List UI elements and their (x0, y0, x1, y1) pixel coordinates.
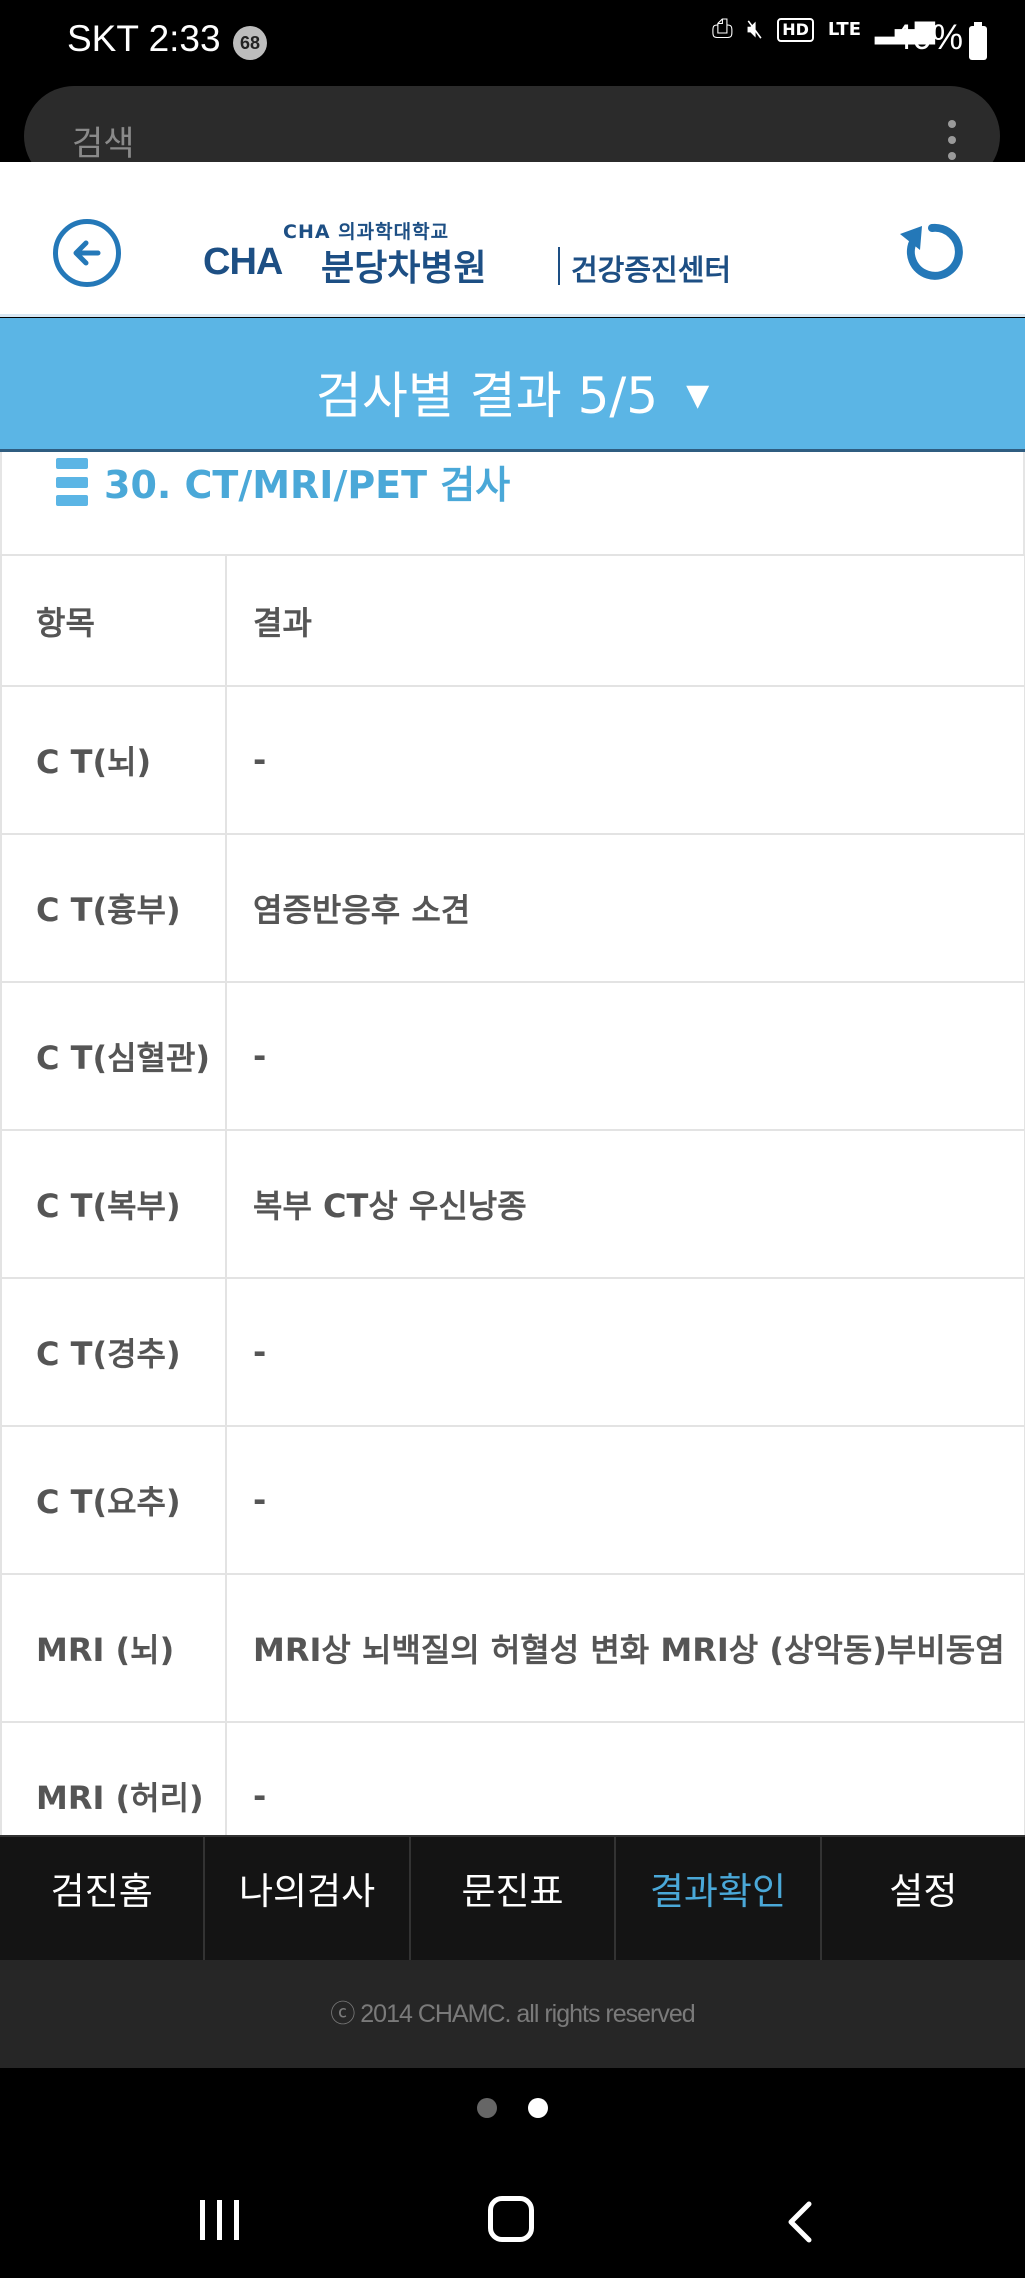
row-item: C T(심혈관) (0, 981, 227, 1131)
bottom-nav: 검진홈 나의검사 문진표 결과확인 설정 (0, 1835, 1025, 1960)
recent-apps-icon[interactable] (200, 2200, 239, 2240)
dropdown-caret-icon: ▼ (686, 378, 710, 413)
row-result: - (225, 1277, 1025, 1427)
nav-my-exams[interactable]: 나의검사 (205, 1837, 411, 1960)
logo-center-name: 건강증진센터 (571, 253, 732, 287)
nav-questionnaire[interactable]: 문진표 (411, 1837, 617, 1960)
system-back-icon[interactable] (785, 2200, 815, 2248)
hospital-logo: CHA 의과학대학교 CHA 분당차병원 건강증진센터 (203, 217, 763, 297)
nav-settings[interactable]: 설정 (822, 1837, 1025, 1960)
table-header-row: 항목 결과 (0, 554, 1025, 687)
row-result: MRI상 뇌백질의 허혈성 변화 MRI상 (상악동)부비동염 (225, 1573, 1025, 1723)
table-row: MRI (뇌) MRI상 뇌백질의 허혈성 변화 MRI상 (상악동)부비동염 (0, 1573, 1025, 1723)
results-content[interactable]: 30. CT/MRI/PET 검사 항목 결과 C T(뇌) - C T(흉부)… (0, 452, 1025, 1835)
table-row: MRI (허리) - (0, 1721, 1025, 1835)
notification-badge: 68 (233, 26, 267, 60)
logo-cha-mark: CHA (203, 241, 283, 283)
row-result: - (225, 685, 1025, 835)
back-button[interactable] (53, 219, 121, 287)
lte-icon: LTE (827, 18, 861, 40)
hd-voice-icon: HD (777, 17, 814, 42)
section-title: 30. CT/MRI/PET 검사 (104, 463, 511, 507)
result-selector[interactable]: 검사별 결과 5/5 ▼ (0, 318, 1025, 452)
page-dot[interactable] (477, 2098, 497, 2118)
table-row: C T(흉부) 염증반응후 소견 (0, 833, 1025, 983)
nav-results[interactable]: 결과확인 (616, 1837, 822, 1960)
table-row: C T(복부) 복부 CT상 우신낭종 (0, 1129, 1025, 1279)
row-result: 복부 CT상 우신낭종 (225, 1129, 1025, 1279)
status-time: SKT 2:33 (67, 18, 221, 59)
arrow-left-icon (73, 240, 101, 266)
page-indicator (0, 2068, 1025, 2148)
mute-icon: 🔇︎ (746, 14, 764, 44)
row-result: 염증반응후 소견 (225, 833, 1025, 983)
system-nav-bar (0, 2148, 1025, 2278)
more-options-icon[interactable] (948, 120, 956, 160)
nfc-icon: ⎙ (712, 14, 733, 44)
app-header: CHA 의과학대학교 CHA 분당차병원 건강증진센터 (0, 162, 1025, 317)
browser-search-placeholder: 검색 (72, 124, 135, 164)
list-icon (56, 458, 88, 506)
row-item: MRI (허리) (0, 1721, 227, 1835)
page-title: 검사별 결과 5/5 (315, 367, 659, 425)
result-selector-label: 검사별 결과 5/5 ▼ (0, 356, 1025, 428)
browser-bar: 검색 (0, 82, 1025, 186)
home-icon[interactable] (488, 2196, 534, 2242)
results-table: 항목 결과 C T(뇌) - C T(흉부) 염증반응후 소견 C T(심혈관)… (0, 554, 1025, 1835)
row-item: C T(요추) (0, 1425, 227, 1575)
logo-divider (558, 247, 560, 285)
row-item: C T(경추) (0, 1277, 227, 1427)
row-item: C T(흉부) (0, 833, 227, 983)
table-row: C T(심혈관) - (0, 981, 1025, 1131)
section-header: 30. CT/MRI/PET 검사 (0, 452, 1025, 554)
header-item: 항목 (0, 554, 227, 687)
table-row: C T(뇌) - (0, 685, 1025, 835)
table-row: C T(요추) - (0, 1425, 1025, 1575)
battery-icon (969, 22, 987, 60)
refresh-button[interactable] (892, 212, 972, 292)
logo-hospital-name: 분당차병원 (321, 248, 487, 289)
row-item: C T(뇌) (0, 685, 227, 835)
row-result: - (225, 981, 1025, 1131)
header-result: 결과 (225, 554, 1025, 687)
row-result: - (225, 1721, 1025, 1835)
status-bar: SKT 2:33 68 ⎙ 🔇︎ HD LTE ▂▄▆ 40% (0, 0, 1025, 82)
row-result: - (225, 1425, 1025, 1575)
refresh-icon (900, 223, 963, 280)
row-item: MRI (뇌) (0, 1573, 227, 1723)
footer-copyright: ⓒ 2014 CHAMC. all rights reserved (0, 1960, 1025, 2068)
battery-percent: 40% (892, 18, 963, 57)
nav-checkup-home[interactable]: 검진홈 (0, 1837, 206, 1960)
row-item: C T(복부) (0, 1129, 227, 1279)
table-row: C T(경추) - (0, 1277, 1025, 1427)
page-dot-active[interactable] (528, 2098, 548, 2118)
